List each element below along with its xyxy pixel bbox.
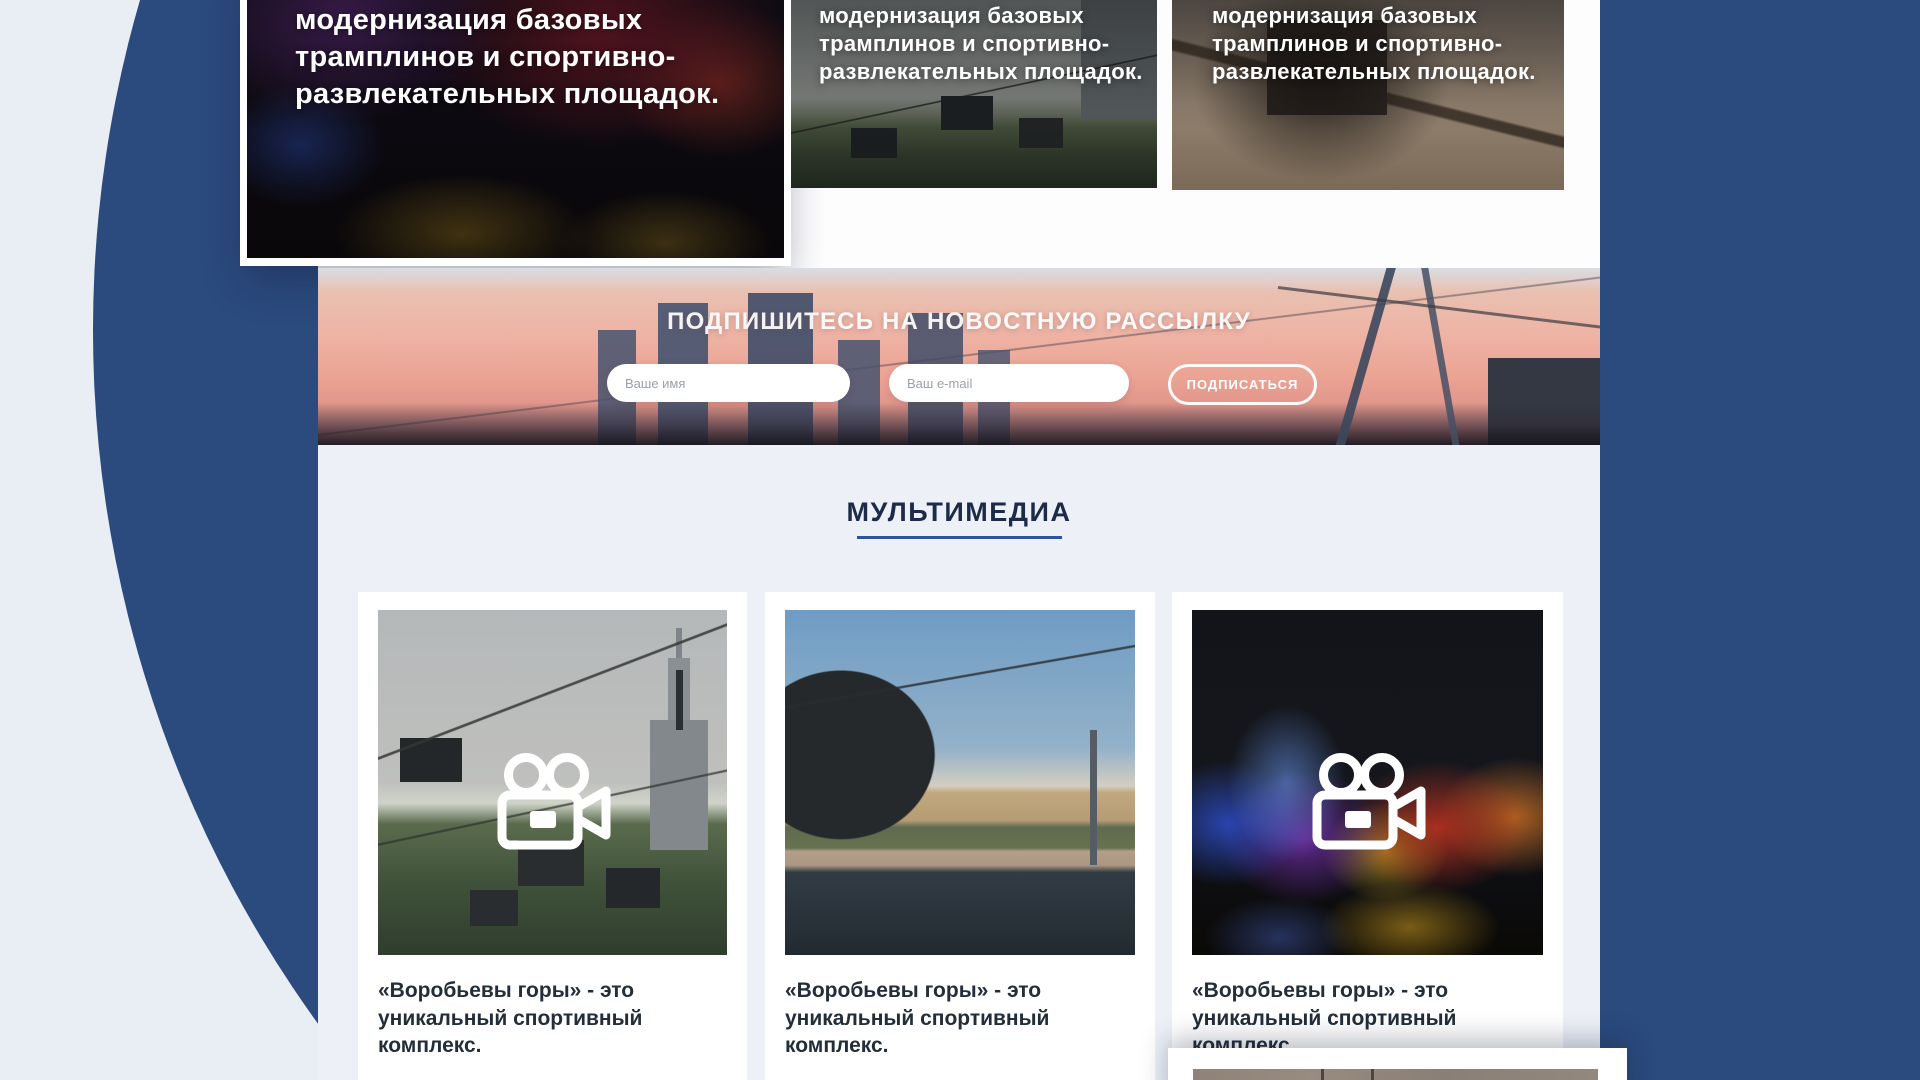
multimedia-caption: «Воробьевы горы» - это уникальный спорти… <box>785 977 1130 1060</box>
multimedia-section: МУЛЬТИМЕДИА «Воробьевы горы» - это уника… <box>318 445 1600 1080</box>
multimedia-photo-3 <box>1192 610 1543 955</box>
news-card-text: модернизация базовых трамплинов и спорти… <box>819 2 1157 86</box>
multimedia-photo-1 <box>378 610 727 955</box>
page: модернизация базовых трамплинов и спорти… <box>0 0 1920 1080</box>
multimedia-card-1[interactable]: «Воробьевы горы» - это уникальный спорти… <box>358 592 747 1080</box>
multimedia-card-3[interactable]: «Воробьевы горы» - это уникальный спорти… <box>1172 592 1563 1080</box>
email-input[interactable] <box>889 364 1129 402</box>
newsletter-banner: ПОДПИШИТЕСЬ НА НОВОСТНУЮ РАССЫЛКУ <box>318 268 1600 445</box>
multimedia-photo-2 <box>785 610 1135 955</box>
name-input[interactable] <box>607 364 850 402</box>
news-card-text: модернизация базовых трамплинов и спорти… <box>1212 2 1557 86</box>
news-card-featured[interactable]: модернизация базовых трамплинов и спорти… <box>240 0 791 266</box>
news-card-text: модернизация базовых трамплинов и спорти… <box>295 2 750 113</box>
video-camera-icon <box>490 749 616 851</box>
news-card-featured-photo: модернизация базовых трамплинов и спорти… <box>247 0 784 258</box>
multimedia-caption: «Воробьевы горы» - это уникальный спорти… <box>378 977 723 1060</box>
subscribe-button[interactable]: ПОДПИСАТЬСЯ <box>1168 364 1317 405</box>
news-card-3[interactable]: модернизация базовых трамплинов и спорти… <box>1172 0 1564 190</box>
cableway-pylon-decor <box>1413 268 1470 445</box>
news-card-2[interactable]: модернизация базовых трамплинов и спорти… <box>791 0 1157 188</box>
heading-underline <box>857 536 1062 539</box>
multimedia-card-2[interactable]: «Воробьевы горы» - это уникальный спорти… <box>765 592 1155 1080</box>
multimedia-heading: МУЛЬТИМЕДИА <box>318 497 1600 528</box>
popup-image-strip <box>1193 1069 1598 1080</box>
video-camera-icon <box>1305 749 1431 851</box>
newsletter-heading: ПОДПИШИТЕСЬ НА НОВОСТНУЮ РАССЫЛКУ <box>318 308 1600 336</box>
bottom-popup-panel <box>1168 1048 1627 1080</box>
